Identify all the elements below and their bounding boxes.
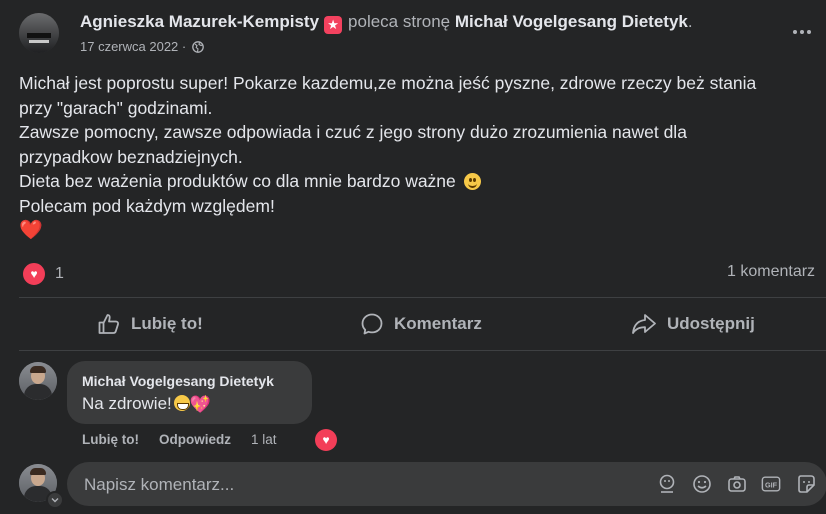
- sticker-icon[interactable]: [796, 474, 816, 494]
- body-line: Zawsze pomocny, zawsze odpowiada i czuć …: [19, 122, 687, 143]
- like-label: Lubię to!: [131, 314, 203, 333]
- share-label: Udostępnij: [667, 314, 755, 333]
- camera-icon[interactable]: [727, 474, 747, 494]
- gif-icon[interactable]: GIF: [761, 474, 781, 494]
- commenter-avatar[interactable]: [19, 362, 57, 400]
- body-line: Polecam pod każdym względem!: [19, 195, 275, 216]
- comment-actions: Lubię to! Odpowiedz 1 lat: [82, 432, 277, 447]
- comment-reply-button[interactable]: Odpowiedz: [159, 432, 231, 447]
- page-name-link[interactable]: Michał Vogelgesang Dietetyk: [455, 12, 688, 31]
- comment-text-content: Na zdrowie!: [82, 394, 172, 413]
- author-name[interactable]: Agnieszka Mazurek-Kempisty: [80, 12, 319, 31]
- post-body: Michał jest poprostu super! Pokarze kazd…: [19, 71, 809, 243]
- smile-emoji-icon: [463, 173, 481, 191]
- body-line: przypadkow beznadziejnych.: [19, 146, 243, 167]
- heart-emoji: ❤️: [19, 219, 43, 241]
- comment-button[interactable]: Komentarz: [360, 305, 482, 343]
- body-line: przy "garach" godzinami.: [19, 97, 213, 118]
- author-avatar[interactable]: [19, 13, 59, 53]
- sparkling-heart-icon: 💖: [189, 395, 211, 414]
- comment-count-link[interactable]: 1 komentarz: [727, 263, 815, 281]
- comment-text: Na zdrowie! 💖: [82, 394, 211, 415]
- comment-composer[interactable]: GIF: [67, 462, 826, 508]
- star-badge-icon: ★: [324, 16, 343, 34]
- globe-icon[interactable]: [192, 41, 204, 56]
- body-line-with-emoji: Dieta bez ważenia produktów co dla mnie …: [19, 169, 809, 194]
- avatar-sticker-icon[interactable]: [657, 474, 677, 494]
- comment-label: Komentarz: [394, 314, 482, 333]
- reactions-summary[interactable]: ♥ 1: [21, 261, 64, 287]
- chevron-down-icon[interactable]: [46, 491, 64, 509]
- love-reaction-icon: ♥: [21, 261, 47, 287]
- post-meta: 17 czerwca 2022 ·: [80, 39, 204, 56]
- comment-bubble-icon: [361, 313, 383, 335]
- header-end-dot: .: [687, 12, 693, 31]
- divider: [19, 350, 826, 351]
- body-line: Michał jest poprostu super! Pokarze kazd…: [19, 73, 757, 93]
- like-button[interactable]: Lubię to!: [97, 305, 203, 343]
- share-button[interactable]: Udostępnij: [631, 305, 755, 343]
- reaction-count: 1: [55, 265, 64, 282]
- post-date[interactable]: 17 czerwca 2022: [80, 39, 178, 54]
- recommends-text: poleca stronę: [348, 12, 451, 31]
- emoji-icon[interactable]: [692, 474, 712, 494]
- comment-time[interactable]: 1 lat: [251, 432, 277, 447]
- comment-input[interactable]: [82, 462, 646, 508]
- post-card: Agnieszka Mazurek-Kempisty ★ poleca stronę…: [0, 0, 826, 514]
- share-arrow-icon: [632, 314, 656, 334]
- grin-emoji-icon: [173, 395, 190, 411]
- comment-bubble: Michał Vogelgesang Dietetyk Na zdrowie! 💖: [67, 361, 312, 424]
- more-options-icon[interactable]: [788, 22, 816, 42]
- post-header: Agnieszka Mazurek-Kempisty ★ poleca stronę…: [80, 12, 693, 34]
- divider: [19, 297, 826, 298]
- body-line: Dieta bez ważenia produktów co dla mnie …: [19, 171, 456, 192]
- comment-author[interactable]: Michał Vogelgesang Dietetyk: [82, 373, 274, 389]
- meta-separator: ·: [181, 39, 187, 54]
- comment-like-button[interactable]: Lubię to!: [82, 432, 139, 447]
- svg-text:GIF: GIF: [765, 481, 778, 490]
- thumbs-up-icon: [98, 314, 120, 334]
- comment-love-reaction-icon[interactable]: ♥: [315, 429, 337, 451]
